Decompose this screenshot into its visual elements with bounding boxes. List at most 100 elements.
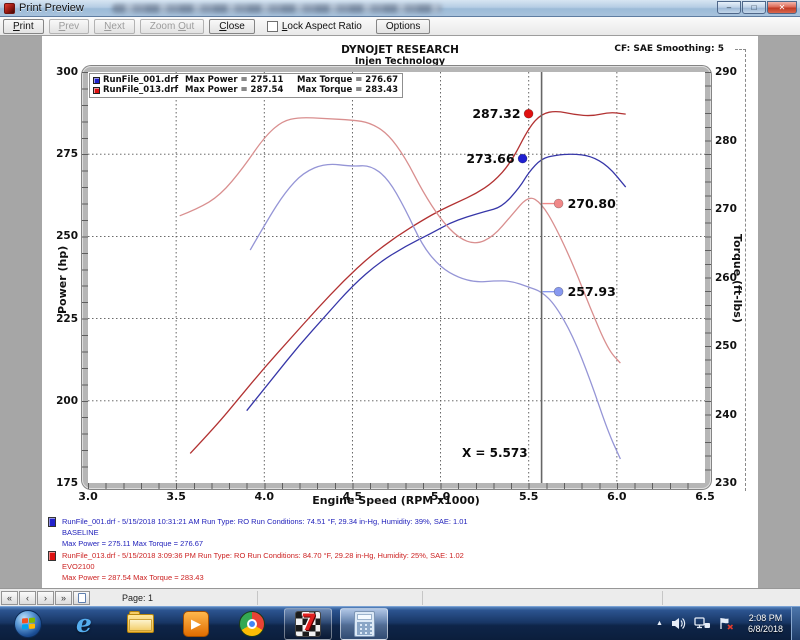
page-number-label: Page: 1 bbox=[122, 593, 153, 603]
chart-overlay: 287.32273.66270.80257.93X = 5.5733.03.54… bbox=[88, 72, 705, 483]
next-page-button[interactable]: › bbox=[37, 591, 54, 605]
toolbar-button-options[interactable]: Options bbox=[376, 19, 430, 34]
calculator-icon bbox=[354, 611, 375, 637]
correction-factor-note: CF: SAE Smoothing: 5 bbox=[614, 44, 724, 54]
cursor-x-label: X = 5.573 bbox=[462, 446, 528, 460]
axis-tick-label: 230 bbox=[715, 477, 737, 489]
lock-aspect-ratio-checkbox[interactable] bbox=[267, 21, 278, 32]
axis-tick-label: 270 bbox=[715, 203, 737, 215]
cursor-value-label: 273.66 bbox=[466, 151, 514, 166]
plot-frame: 287.32273.66270.80257.93X = 5.5733.03.54… bbox=[82, 66, 711, 489]
start-button[interactable] bbox=[0, 608, 56, 640]
lock-aspect-ratio-control: Lock Aspect Ratio bbox=[267, 21, 362, 32]
screen: Print Preview – □ ✕ Print Prev Next Zoom Ou… bbox=[0, 0, 800, 640]
axis-tick-label: 4.0 bbox=[255, 490, 275, 503]
legend-max-torque: Max Torque = 283.43 bbox=[297, 85, 398, 95]
legend-file-name: RunFile_013.drf bbox=[103, 85, 185, 95]
clock-time: 2:08 PM bbox=[748, 613, 783, 624]
run-max-line: Max Power = 275.11 Max Torque = 276.67 bbox=[62, 538, 468, 549]
run-header-line: RunFile_013.drf - 5/15/2018 3:09:36 PM R… bbox=[62, 550, 464, 561]
first-page-button[interactable]: « bbox=[1, 591, 18, 605]
toolbar-button-print[interactable]: Print bbox=[3, 19, 44, 34]
window-titlebar: Print Preview – □ ✕ bbox=[0, 0, 800, 17]
lock-aspect-ratio-label: Lock Aspect Ratio bbox=[282, 21, 362, 32]
toolbar-buttons: Print Prev Next Zoom Out Close bbox=[0, 19, 257, 34]
statusbar-divider bbox=[662, 591, 663, 605]
app-icon bbox=[4, 3, 15, 14]
right-axis-title: Torque (ft-lbs) bbox=[731, 234, 744, 323]
folder-icon bbox=[127, 614, 154, 633]
run-color-swatch bbox=[48, 517, 56, 527]
prev-page-button[interactable]: ‹ bbox=[19, 591, 36, 605]
statusbar-divider bbox=[422, 591, 423, 605]
axis-tick-label: 300 bbox=[56, 66, 78, 78]
axis-tick-label: 240 bbox=[715, 409, 737, 421]
axis-tick-label: 250 bbox=[56, 230, 78, 242]
action-center-flag-icon[interactable] bbox=[719, 617, 734, 630]
axis-tick-label: 175 bbox=[56, 477, 78, 489]
legend-swatch-blue bbox=[93, 77, 100, 84]
chrome-icon bbox=[239, 611, 265, 637]
minimize-button[interactable]: – bbox=[717, 1, 741, 14]
taskbar-item-dynojet-winpep[interactable]: 7 bbox=[284, 608, 332, 640]
taskbar: e ▶ 7 ▲ bbox=[0, 606, 800, 640]
print-preview-page: DYNOJET RESEARCH Injen Technology CF: SA… bbox=[42, 36, 758, 588]
axis-tick-label: 3.0 bbox=[78, 490, 98, 503]
left-axis-title: Power (hp) bbox=[56, 246, 69, 314]
axis-tick-label: 200 bbox=[56, 395, 78, 407]
window-controls: – □ ✕ bbox=[716, 1, 797, 14]
taskbar-item-calculator[interactable] bbox=[340, 608, 388, 640]
toolbar-button-prev[interactable]: Prev bbox=[49, 19, 90, 34]
axis-tick-label: 250 bbox=[715, 340, 737, 352]
windows-start-icon bbox=[14, 610, 42, 638]
legend-max-power: Max Power = 275.11 bbox=[185, 75, 297, 85]
show-desktop-button[interactable] bbox=[791, 607, 800, 640]
page-setup-button[interactable] bbox=[73, 591, 90, 605]
cursor-value-label: 287.32 bbox=[472, 106, 520, 121]
run-info-text: RunFile_001.drf - 5/15/2018 10:31:21 AM … bbox=[62, 516, 468, 549]
volume-icon[interactable] bbox=[671, 617, 686, 630]
axis-tick-label: 6.5 bbox=[695, 490, 715, 503]
plot-area[interactable]: 287.32273.66270.80257.93X = 5.5733.03.54… bbox=[88, 72, 705, 483]
close-window-button[interactable]: ✕ bbox=[767, 1, 797, 14]
legend-swatch-red bbox=[93, 87, 100, 94]
toolbar: Print Prev Next Zoom Out Close Lock Aspect R… bbox=[0, 17, 800, 36]
axis-tick-label: 280 bbox=[715, 135, 737, 147]
axis-tick-label: 5.5 bbox=[519, 490, 539, 503]
cursor-value-label: 270.80 bbox=[568, 196, 616, 211]
legend-max-torque: Max Torque = 276.67 bbox=[297, 75, 398, 85]
taskbar-clock[interactable]: 2:08 PM 6/8/2018 bbox=[748, 613, 783, 635]
axis-tick-label: 225 bbox=[56, 313, 78, 325]
tray-expand-icon[interactable]: ▲ bbox=[656, 620, 663, 627]
axis-tick-label: 275 bbox=[56, 148, 78, 160]
taskbar-item-chrome[interactable] bbox=[224, 608, 280, 640]
legend-row: RunFile_013.drf Max Power = 287.54 Max T… bbox=[93, 85, 398, 95]
right-axis-minor-ticks bbox=[705, 72, 711, 483]
dynojet-winpep-icon: 7 bbox=[295, 611, 321, 637]
internet-explorer-icon: e bbox=[76, 609, 92, 638]
chart-legend: RunFile_001.drf Max Power = 275.11 Max T… bbox=[89, 73, 403, 98]
legend-file-name: RunFile_001.drf bbox=[103, 75, 185, 85]
legend-max-power: Max Power = 287.54 bbox=[185, 85, 297, 95]
run-info-text: RunFile_013.drf - 5/15/2018 3:09:36 PM R… bbox=[62, 550, 464, 583]
restore-button[interactable]: □ bbox=[742, 1, 766, 14]
taskbar-item-internet-explorer[interactable]: e bbox=[56, 608, 112, 640]
legend-row: RunFile_001.drf Max Power = 275.11 Max T… bbox=[93, 75, 398, 85]
run-info-block-evo2100: RunFile_013.drf - 5/15/2018 3:09:36 PM R… bbox=[48, 550, 464, 583]
last-page-button[interactable]: » bbox=[55, 591, 72, 605]
toolbar-button-close[interactable]: Close bbox=[209, 19, 255, 34]
window-title: Print Preview bbox=[19, 2, 84, 14]
run-color-swatch bbox=[48, 551, 56, 561]
clock-date: 6/8/2018 bbox=[748, 624, 783, 635]
run-max-line: Max Power = 287.54 Max Torque = 283.43 bbox=[62, 572, 464, 583]
toolbar-button-next[interactable]: Next bbox=[94, 19, 135, 34]
statusbar: « ‹ › » Page: 1 bbox=[0, 588, 800, 606]
network-icon[interactable] bbox=[694, 617, 711, 630]
taskbar-item-explorer[interactable] bbox=[112, 608, 168, 640]
axis-tick-label: 3.5 bbox=[166, 490, 186, 503]
x-axis-title: Engine Speed (RPM x1000) bbox=[312, 494, 480, 507]
toolbar-button-zoom-out[interactable]: Zoom Out bbox=[140, 19, 204, 34]
taskbar-item-media-player[interactable]: ▶ bbox=[168, 608, 224, 640]
media-player-icon: ▶ bbox=[183, 611, 209, 637]
x-axis-minor-ticks bbox=[88, 483, 705, 489]
